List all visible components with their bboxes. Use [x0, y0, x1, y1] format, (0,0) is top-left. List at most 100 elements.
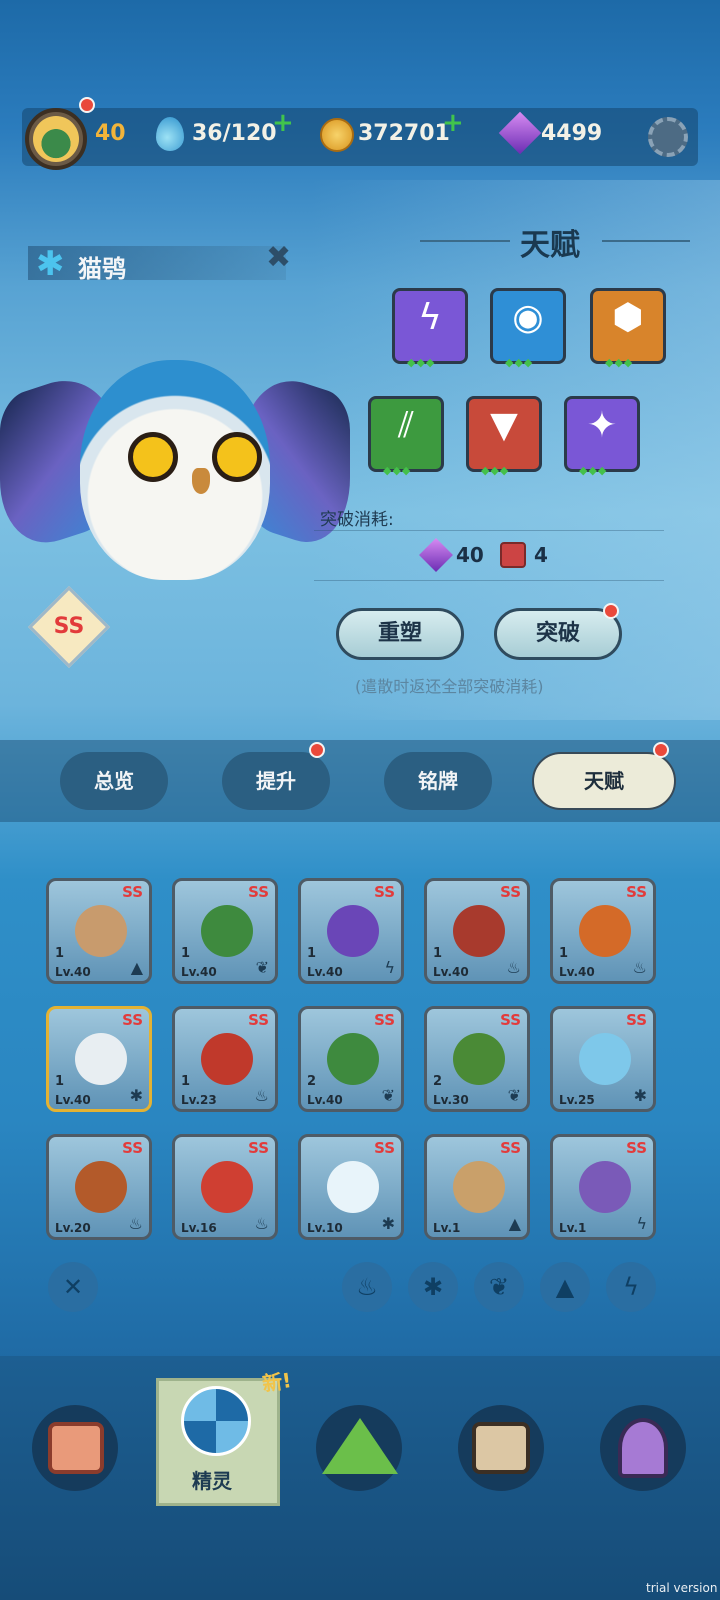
upgrade-notification-dot [309, 742, 325, 758]
pet-card[interactable]: SS 1 Lv.40 ✱ [46, 1006, 152, 1112]
pet-portrait [75, 905, 127, 957]
element-icon: ✱ [633, 1086, 647, 1105]
pet-level: Lv.16 [181, 1221, 217, 1235]
pet-grade: SS [626, 883, 647, 901]
coin-value: 372701 [358, 121, 450, 146]
element-icon: ♨ [128, 1214, 143, 1233]
coin-add-button[interactable]: + [442, 108, 464, 138]
element-icon: ❦ [507, 1086, 521, 1105]
pet-grade: SS [248, 883, 269, 901]
pet-card[interactable]: SS 1 Lv.40 ϟ [298, 878, 404, 984]
pet-portrait [201, 905, 253, 957]
talent-leaf-button[interactable]: ✦ ◆◆◆ [564, 396, 640, 477]
tab-talent[interactable]: 天赋 [532, 752, 676, 810]
pet-card[interactable]: SS 1 Lv.40 ♨ [550, 878, 656, 984]
pet-portrait [327, 1161, 379, 1213]
breakthrough-button[interactable]: 突破 [494, 608, 622, 660]
pet-card[interactable]: SS 2 Lv.40 ❦ [298, 1006, 404, 1112]
location-pin-icon [618, 1418, 668, 1478]
pet-star-count: 1 [433, 946, 443, 961]
pet-name-banner [28, 246, 286, 280]
new-badge: 新! [260, 1368, 293, 1396]
pet-level: Lv.20 [55, 1221, 91, 1235]
lightning-icon: ϟ [418, 297, 442, 338]
talent-level-pips: ◆◆◆ [383, 464, 412, 477]
gem-value: 4499 [541, 121, 603, 146]
pet-card[interactable]: SS Lv.1 ϟ [550, 1134, 656, 1240]
pet-grade: SS [626, 1011, 647, 1029]
pet-portrait [579, 1161, 631, 1213]
tab-upgrade[interactable]: 提升 [222, 752, 330, 810]
pet-card[interactable]: SS 1 Lv.40 ▲ [46, 878, 152, 984]
settings-gear-icon[interactable] [648, 117, 688, 157]
pet-portrait [75, 1161, 127, 1213]
cost-item-value: 4 [534, 543, 548, 567]
pet-level: Lv.40 [55, 965, 91, 979]
clear-filter-icon[interactable]: ✕ [48, 1262, 98, 1312]
pet-card[interactable]: SS Lv.1 ▲ [424, 1134, 530, 1240]
pet-card[interactable]: SS 1 Lv.23 ♨ [172, 1006, 278, 1112]
pet-level: Lv.40 [559, 965, 595, 979]
energy-add-button[interactable]: + [272, 108, 294, 138]
divider [314, 580, 664, 581]
pet-level: Lv.40 [307, 1093, 343, 1107]
pet-portrait [327, 1033, 379, 1085]
pet-card[interactable]: SS 1 Lv.40 ❦ [172, 878, 278, 984]
pet-grade: SS [500, 1139, 521, 1157]
element-icon: ♨ [254, 1214, 269, 1233]
owl-beak [192, 468, 210, 494]
leaf-icon: ✦ [586, 405, 618, 446]
pet-grade-text: SS [53, 614, 85, 639]
pet-grade-badge: SS [27, 585, 111, 669]
cost-gem-value: 40 [456, 543, 484, 567]
pet-level: Lv.30 [433, 1093, 469, 1107]
grass-filter-icon[interactable]: ❦ [474, 1262, 524, 1312]
pet-name: 猫鸮 [78, 255, 126, 283]
talent-fangs-button[interactable]: ▼ ◆◆◆ [466, 396, 542, 477]
pet-grade: SS [248, 1139, 269, 1157]
talent-lightning-button[interactable]: ϟ ◆◆◆ [392, 288, 468, 369]
talent-claw-button[interactable]: ⫽ ◆◆◆ [368, 396, 444, 477]
pet-card[interactable]: SS Lv.16 ♨ [172, 1134, 278, 1240]
talent-level-pips: ◆◆◆ [481, 464, 510, 477]
pet-grade: SS [122, 1139, 143, 1157]
element-icon: ❦ [255, 958, 269, 977]
talent-gem-button[interactable]: ⬢ ◆◆◆ [590, 288, 666, 369]
pet-grade: SS [374, 1011, 395, 1029]
reshape-button[interactable]: 重塑 [336, 608, 464, 660]
close-icon[interactable]: ✖ [266, 240, 291, 275]
pet-card[interactable]: SS Lv.25 ✱ [550, 1006, 656, 1112]
mountain-icon [322, 1418, 398, 1474]
fire-filter-icon[interactable]: ♨ [342, 1262, 392, 1312]
talent-level-pips: ◆◆◆ [407, 356, 436, 369]
pet-star-count: 1 [181, 946, 191, 961]
element-icon: ▲ [130, 958, 143, 977]
pet-star-count: 2 [307, 1074, 317, 1089]
talent-eye-button[interactable]: ◉ ◆◆◆ [490, 288, 566, 369]
pet-portrait [453, 1033, 505, 1085]
pet-grade: SS [122, 1011, 143, 1029]
earth-filter-icon[interactable]: ▲ [540, 1262, 590, 1312]
ice-filter-icon[interactable]: ✱ [408, 1262, 458, 1312]
pet-level: Lv.10 [307, 1221, 343, 1235]
pet-card[interactable]: SS Lv.20 ♨ [46, 1134, 152, 1240]
tab-nameplate[interactable]: 铭牌 [384, 752, 492, 810]
pet-star-count: 1 [55, 946, 65, 961]
element-icon: ✱ [129, 1086, 143, 1105]
gem-icon: ⬢ [612, 297, 644, 338]
pet-portrait [201, 1161, 253, 1213]
talent-level-pips: ◆◆◆ [505, 356, 534, 369]
fangs-icon: ▼ [490, 405, 518, 446]
dismiss-refund-note: (遣散时返还全部突破消耗) [355, 677, 544, 696]
pet-card[interactable]: SS 2 Lv.30 ❦ [424, 1006, 530, 1112]
pet-star-count: 1 [181, 1074, 191, 1089]
pet-grade: SS [500, 883, 521, 901]
pet-card[interactable]: SS Lv.10 ✱ [298, 1134, 404, 1240]
tab-overview[interactable]: 总览 [60, 752, 168, 810]
lightning-filter-icon[interactable]: ϟ [606, 1262, 656, 1312]
shop-icon [48, 1422, 104, 1474]
breakthrough-cost-label: 突破消耗: [320, 510, 394, 530]
element-icon: ✱ [381, 1214, 395, 1233]
pet-card[interactable]: SS 1 Lv.40 ♨ [424, 878, 530, 984]
owl-right-eye [212, 432, 262, 482]
